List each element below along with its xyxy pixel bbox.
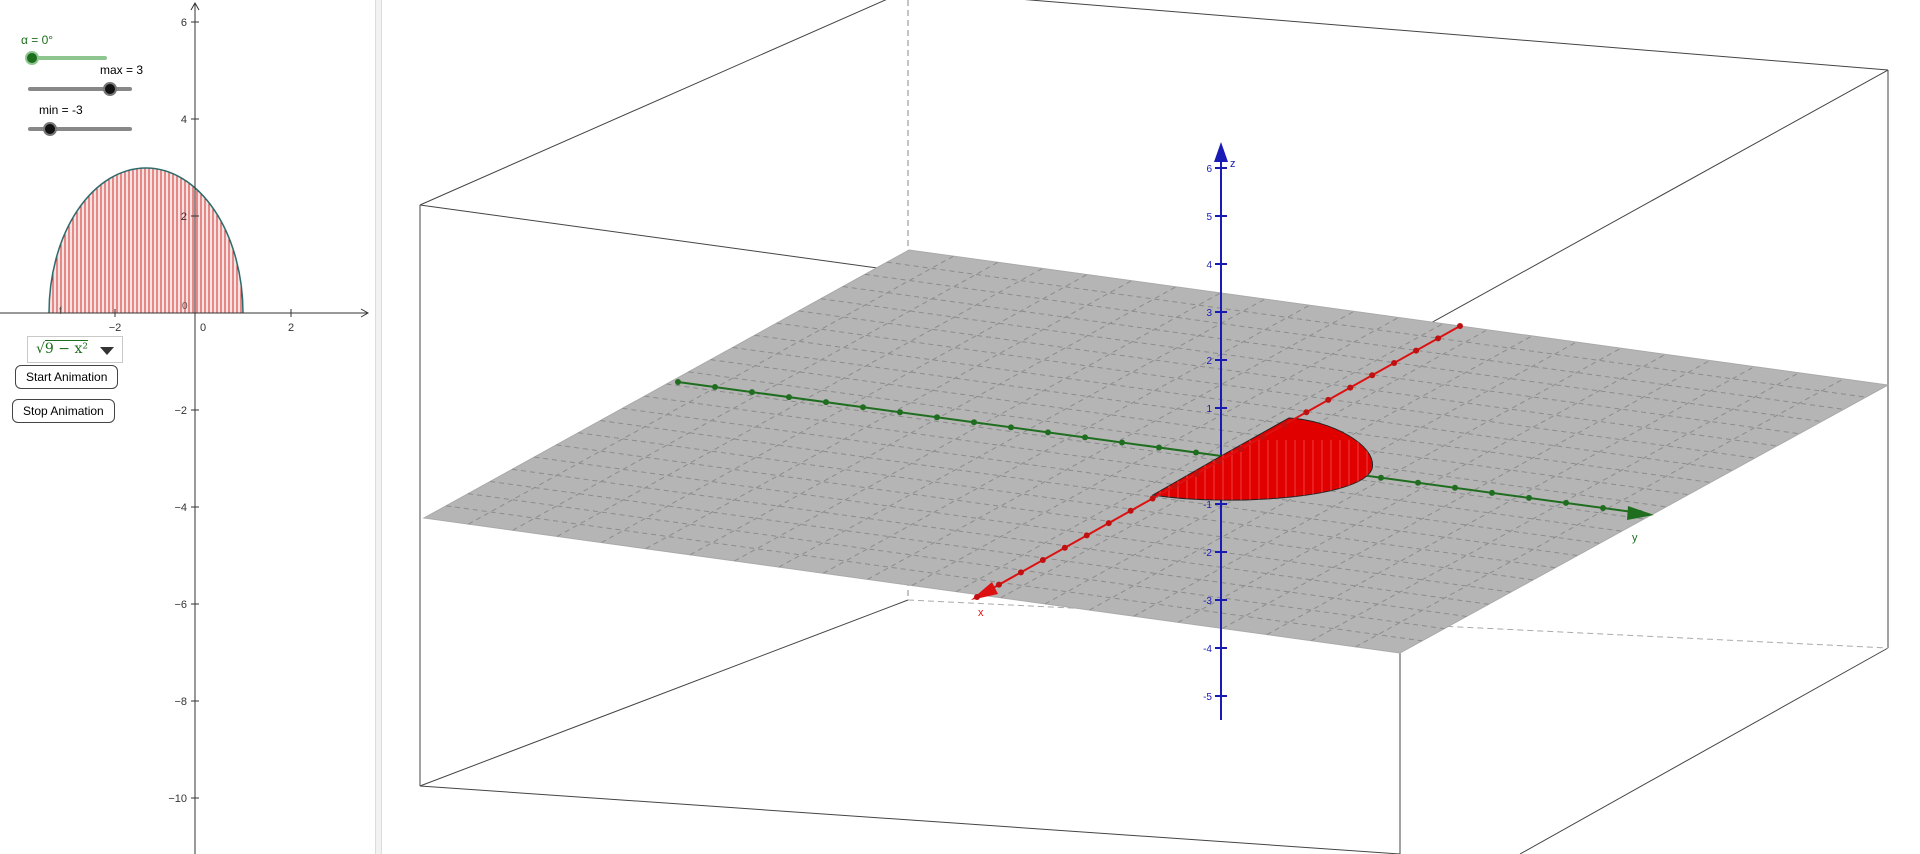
y-tick-label: 6 [181,17,187,29]
y-tick-label: −8 [174,696,187,708]
y-axis-tick-dot [1637,510,1643,516]
chevron-down-icon [100,347,114,355]
z-tick-label: 3 [1206,308,1212,319]
x-axis-tick-dot [1457,323,1463,329]
x-tick-label: 0 [200,322,206,334]
x-axis-tick-dot [1193,470,1200,477]
x-axis-tick-dot [1149,495,1156,502]
z-tick-label: 1 [1206,404,1212,415]
y-axis-tick-dot [786,394,792,401]
y-tick-label: 4 [181,114,187,126]
graphics-3d-canvas[interactable]: z 6 5 4 3 2 1 -1 -2 -3 -4 -5 y x [382,0,1920,854]
x-axis-tick-dot [1435,335,1442,342]
x-axis-tick-dot [1127,507,1134,514]
y-tick-label: −6 [174,599,187,611]
slider-min-knob[interactable] [43,122,57,136]
x-axis-tick-dot [1391,359,1398,366]
xy-plane [422,249,1890,654]
x-axis-tick-dot [1215,458,1222,465]
y-axis-tick-dot [1452,484,1458,491]
x-axis-tick-dot [974,594,980,600]
x-axis-tick-dot [1281,421,1288,428]
y-axis-tick-dot [1193,449,1199,456]
z-tick-label: 6 [1206,164,1212,175]
stop-animation-button[interactable]: Stop Animation [12,399,115,423]
slider-alpha-label: α = 0° [21,33,54,47]
y-axis-ticks: 6 4 2 −2 −4 −6 −8 −10 [168,17,199,805]
y-axis-tick-dot [971,419,977,426]
y-axis-tick-dot [934,414,940,421]
y-axis-tick-dot [675,379,681,385]
function-dropdown-value: √9 − x² [36,340,88,357]
z-tick-label: -5 [1203,692,1212,703]
integral-hatching [49,168,243,313]
x-tick-label: 2 [288,322,294,334]
slider-max-knob[interactable] [103,82,117,96]
z-tick-label: -3 [1203,596,1212,607]
function-name-label: f [59,306,62,317]
view-splitter[interactable] [375,0,382,854]
y-axis-tick-dot [1526,494,1532,501]
x-axis-tick-dot [1083,532,1090,539]
y-tick-label: −4 [174,502,187,514]
x-axis-tick-dot [1369,372,1376,379]
z-tick-label: 4 [1206,260,1212,271]
x-axis-tick-dot [1259,433,1266,440]
y-axis-tick-dot [1378,474,1384,481]
z-axis-arrow-icon [1214,142,1228,162]
y-axis-tick-dot [1008,424,1014,431]
function-dropdown[interactable]: √9 − x² [27,336,123,363]
x-tick-label: −2 [109,322,122,334]
y-axis-label: y [1632,532,1638,544]
y-axis-tick-dot [897,409,903,416]
z-tick-label: -1 [1203,500,1212,511]
x-axis-label: x [978,607,984,619]
start-animation-button[interactable]: Start Animation [15,365,119,389]
x-axis-tick-dot [1105,520,1112,527]
z-tick-label: -2 [1203,548,1212,559]
z-tick-label: 2 [1206,356,1212,367]
y-tick-label: −2 [174,405,187,417]
y-axis-tick-dot [749,389,755,396]
x-axis-tick-dot [1171,483,1178,490]
origin-label: 0 [182,301,188,312]
y-axis-tick-dot [712,384,718,391]
y-axis-tick-dot [1082,434,1088,441]
y-axis-tick-dot [1489,489,1495,496]
x-axis-tick-dot [1017,569,1024,576]
graphics-view-2d[interactable]: 6 4 2 −2 −4 −6 −8 −10 −2 0 2 f 0 α = 0° max = 3 m… [0,0,375,854]
x-axis-tick-dot [1061,544,1068,551]
x-axis-tick-dot [1413,347,1420,354]
y-axis-tick-dot [1563,499,1569,506]
z-axis-label: z [1230,158,1236,170]
slider-max-label: max = 3 [100,63,144,77]
slider-alpha-knob[interactable] [25,51,39,65]
y-axis-tick-dot [823,399,829,406]
x-axis-tick-dot [1347,384,1354,391]
y-axis-tick-dot [860,404,866,411]
x-axis-tick-dot [1325,396,1332,403]
y-tick-label: −10 [168,793,187,805]
z-tick-label: -4 [1203,644,1212,655]
y-axis-tick-dot [1156,444,1162,451]
slider-min-label: min = -3 [39,103,83,117]
y-axis-tick-dot [1415,479,1421,486]
y-axis-tick-dot [1045,429,1051,436]
graphics-view-3d[interactable]: z 6 5 4 3 2 1 -1 -2 -3 -4 -5 y x [382,0,1920,854]
slider-alpha-track[interactable] [27,56,107,60]
y-axis-tick-dot [1119,439,1125,446]
x-axis-tick-dot [1039,557,1046,564]
x-axis-tick-dot [995,581,1002,588]
y-tick-label: 2 [181,211,187,223]
x-axis-tick-dot [1303,409,1310,416]
z-tick-label: 5 [1206,212,1212,223]
x-axis-tick-dot [1237,446,1244,453]
y-axis-tick-dot [1600,504,1606,511]
